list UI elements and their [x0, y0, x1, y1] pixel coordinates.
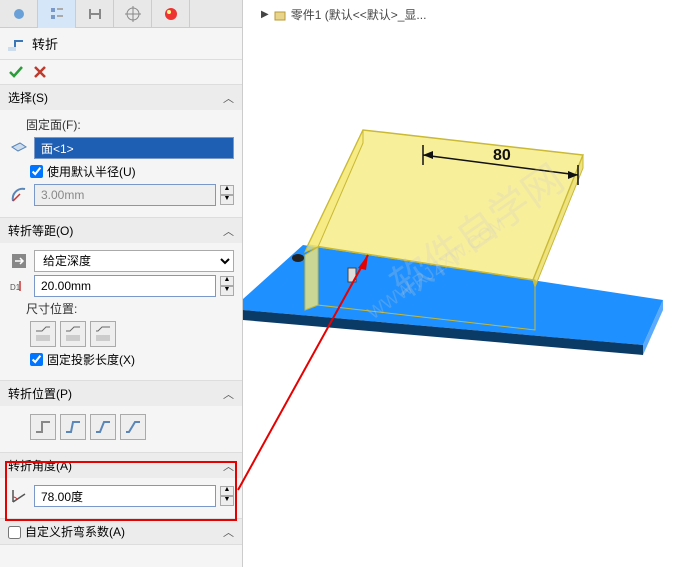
fixed-face-input[interactable] [34, 137, 234, 159]
radius-input[interactable] [34, 184, 216, 206]
chevron-up-icon: ︿ [223, 223, 234, 239]
jog-pos-option-2[interactable] [60, 414, 86, 440]
tab-target[interactable] [114, 0, 152, 28]
chevron-up-icon: ︿ [223, 524, 234, 540]
use-default-radius-label: 使用默认半径(U) [47, 163, 136, 180]
feature-title: 转折 [32, 34, 58, 53]
dim-pos-option-3[interactable] [90, 321, 116, 347]
chevron-up-icon: ︿ [223, 458, 234, 474]
section-header-select[interactable]: 选择(S) ︿ [0, 85, 242, 110]
cancel-button[interactable] [32, 64, 48, 80]
tab-config[interactable] [0, 0, 38, 28]
radius-spin-up[interactable]: ▲ [220, 185, 234, 195]
dim-pos-option-2[interactable] [60, 321, 86, 347]
custom-bend-checkbox[interactable] [8, 526, 21, 539]
depth-spin-up[interactable]: ▲ [220, 276, 234, 286]
chevron-up-icon: ︿ [223, 386, 234, 402]
chevron-up-icon: ︿ [223, 90, 234, 106]
radius-spin-down[interactable]: ▼ [220, 195, 234, 205]
angle-spin-up[interactable]: ▲ [220, 486, 234, 496]
section-header-position[interactable]: 转折位置(P) ︿ [0, 381, 242, 406]
reverse-direction-icon[interactable] [10, 252, 28, 270]
angle-input[interactable] [34, 485, 216, 507]
dim-pos-label: 尺寸位置: [26, 300, 234, 317]
origin-marker [292, 254, 304, 262]
3d-viewport[interactable]: ▶ 零件1 (默认<<默认>_显... [243, 0, 690, 567]
depth-spin-down[interactable]: ▼ [220, 286, 234, 296]
depth-icon: D1 [10, 277, 28, 295]
fix-projection-checkbox[interactable] [30, 353, 43, 366]
svg-text:D1: D1 [10, 283, 21, 292]
fixed-face-label: 固定面(F): [26, 116, 234, 133]
ok-button[interactable] [8, 64, 24, 80]
face-select-icon [10, 139, 28, 157]
tab-feature-tree[interactable] [38, 0, 76, 28]
drag-handle[interactable] [348, 268, 356, 282]
angle-spin-down[interactable]: ▼ [220, 496, 234, 506]
radius-icon [10, 186, 28, 204]
use-default-radius-checkbox[interactable] [30, 165, 43, 178]
fix-projection-label: 固定投影长度(X) [47, 351, 135, 368]
section-header-angle[interactable]: 转折角度(A) ︿ [0, 453, 242, 478]
jog-pos-option-3[interactable] [90, 414, 116, 440]
svg-text:80: 80 [493, 147, 511, 164]
depth-type-select[interactable]: 给定深度 [34, 250, 234, 272]
depth-input[interactable] [34, 275, 216, 297]
jog-pos-option-4[interactable] [120, 414, 146, 440]
dim-pos-option-1[interactable] [30, 321, 56, 347]
jog-feature-icon [8, 35, 26, 53]
tab-dimension[interactable] [76, 0, 114, 28]
section-header-custom[interactable]: 自定义折弯系数(A) ︿ [0, 519, 242, 544]
jog-pos-option-1[interactable] [30, 414, 56, 440]
section-header-offset[interactable]: 转折等距(O) ︿ [0, 218, 242, 243]
angle-icon [10, 487, 28, 505]
tab-appearance[interactable] [152, 0, 190, 28]
